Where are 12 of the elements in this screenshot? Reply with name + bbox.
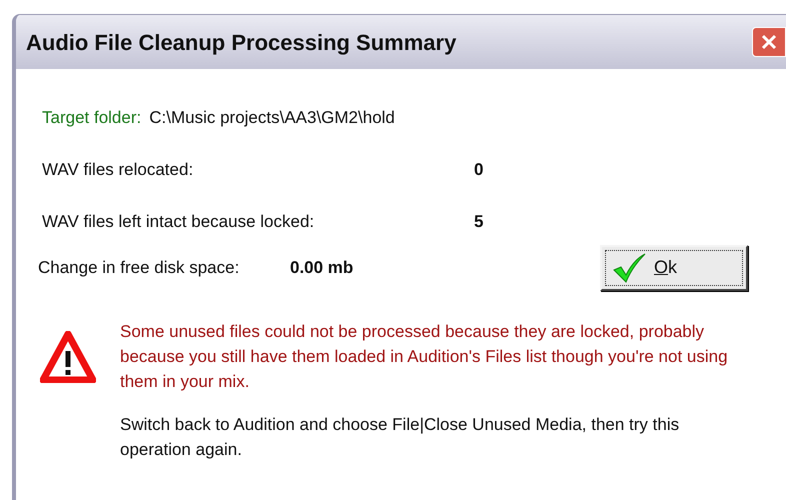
instruction-message: Switch back to Audition and choose File|Close Unused Media, then try this operation again.	[120, 414, 680, 460]
field-label: Target folder:	[42, 107, 142, 129]
stat-label: WAV files left intact because locked:	[42, 210, 316, 233]
warning-message: Some unused files could not be processed because they are locked, probably because you still have them loaded in Audition's Files list though you're not using them in your mix.	[120, 320, 729, 392]
field-label: Change in free disk space:	[38, 256, 240, 279]
stat-label: WAV files relocated:	[42, 158, 194, 181]
window-title: Audio File Cleanup Processing Summary	[26, 28, 456, 57]
stat-value: 5	[474, 210, 484, 233]
ok-button[interactable]: Ok	[600, 244, 748, 290]
folder-path: C:\Music projects\AA3\GM2\hold	[149, 107, 395, 129]
stat-value: 0	[474, 158, 484, 181]
field-value: 0.00 mb	[290, 256, 354, 279]
